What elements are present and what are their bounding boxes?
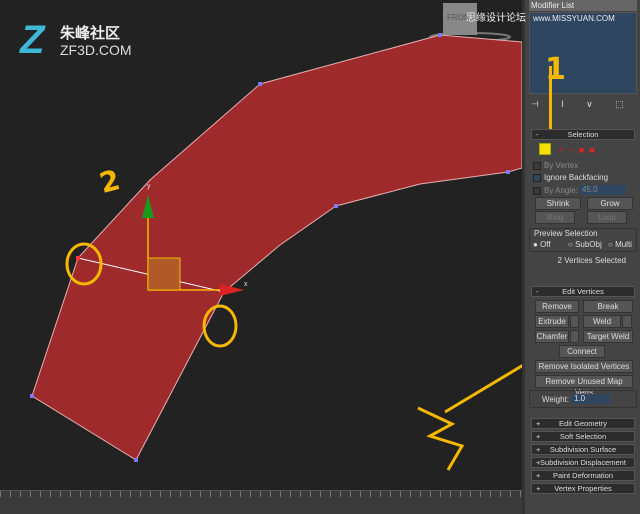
by-angle-checkbox[interactable]: By Angle:	[533, 186, 578, 195]
extrude-settings-button[interactable]	[570, 315, 579, 328]
modifier-list-dropdown[interactable]: Modifier List	[529, 0, 637, 11]
rollout-selection[interactable]: - Selection	[531, 129, 635, 140]
rollout-paint-deformation[interactable]: + Paint Deformation	[531, 470, 635, 481]
selected-vertex[interactable]	[76, 256, 80, 260]
rollout-vertex-properties[interactable]: + Vertex Properties	[531, 483, 635, 494]
scribble-annotation	[417, 406, 465, 471]
viewport-front[interactable]: y x FRONT 2 Z 朱峰社区 ZF3D.COM 思缘设计论坛	[0, 0, 541, 490]
polygon-mesh[interactable]	[31, 34, 523, 461]
remove-unused-map-verts-button[interactable]: Remove Unused Map Verts	[535, 375, 633, 397]
rollout-edit-geometry[interactable]: + Edit Geometry	[531, 418, 635, 429]
viewport-canvas[interactable]: y x	[0, 0, 541, 490]
site-url: www.MISSYUAN.COM	[533, 14, 615, 23]
remove-button[interactable]: Remove	[535, 300, 579, 313]
break-button[interactable]: Break	[583, 300, 633, 313]
site-watermark: 思缘设计论坛	[466, 13, 526, 24]
selection-status: 2 Vertices Selected	[557, 256, 626, 265]
rollout-soft-selection[interactable]: + Soft Selection	[531, 431, 635, 442]
command-panel: Modifier List www.MISSYUAN.COM ⊣ ǀ ∨ ⬚ -…	[522, 0, 640, 514]
highlight-circle	[202, 304, 238, 348]
preview-multi-radio[interactable]: ○ Multi	[608, 240, 632, 249]
rollout-subdivision-surface[interactable]: + Subdivision Surface	[531, 444, 635, 455]
ignore-backfacing-checkbox[interactable]: Ignore Backfacing	[533, 173, 608, 182]
rollout-subdivision-displacement[interactable]: + Subdivision Displacement	[531, 457, 635, 468]
chamfer-settings-button[interactable]	[570, 330, 579, 343]
target-weld-button[interactable]: Target Weld	[583, 330, 633, 343]
shrink-button[interactable]: Shrink	[535, 197, 581, 210]
rollout-edit-vertices[interactable]: - Edit Vertices	[531, 286, 635, 297]
axis-x-label: x	[244, 281, 248, 288]
preview-selection-group: Preview Selection ● Off ○ SubObj ○ Multi	[529, 228, 637, 252]
axis-y-label: y	[147, 183, 151, 190]
extrude-button[interactable]: Extrude	[535, 315, 569, 328]
weld-settings-button[interactable]	[622, 315, 632, 328]
angle-input[interactable]: 45.0	[580, 185, 626, 195]
ring-button[interactable]: Ring	[535, 211, 575, 224]
loop-button[interactable]: Loop	[587, 211, 627, 224]
annotation-1: 1	[545, 52, 566, 87]
preview-off-radio[interactable]: ● Off	[533, 240, 551, 249]
remove-isolated-button[interactable]: Remove Isolated Vertices	[535, 360, 633, 373]
weld-button[interactable]: Weld	[583, 315, 621, 328]
connect-button[interactable]: Connect	[559, 345, 605, 358]
weight-group: Weight: 1.0	[529, 390, 637, 408]
weight-input[interactable]: 1.0	[572, 394, 610, 404]
timeline-ruler[interactable]	[0, 490, 522, 514]
preview-subobj-radio[interactable]: ○ SubObj	[568, 240, 602, 249]
by-vertex-checkbox[interactable]: By Vertex	[533, 161, 578, 170]
chamfer-button[interactable]: Chamfer	[535, 330, 569, 343]
subobject-mode-icons[interactable]: ⌿○■■	[558, 145, 600, 156]
stack-toolbar[interactable]: ⊣ ǀ ∨ ⬚	[531, 99, 635, 111]
vertex-mode-icon[interactable]	[539, 143, 551, 155]
grow-button[interactable]: Grow	[587, 197, 633, 210]
arrow-annotation	[444, 353, 541, 414]
